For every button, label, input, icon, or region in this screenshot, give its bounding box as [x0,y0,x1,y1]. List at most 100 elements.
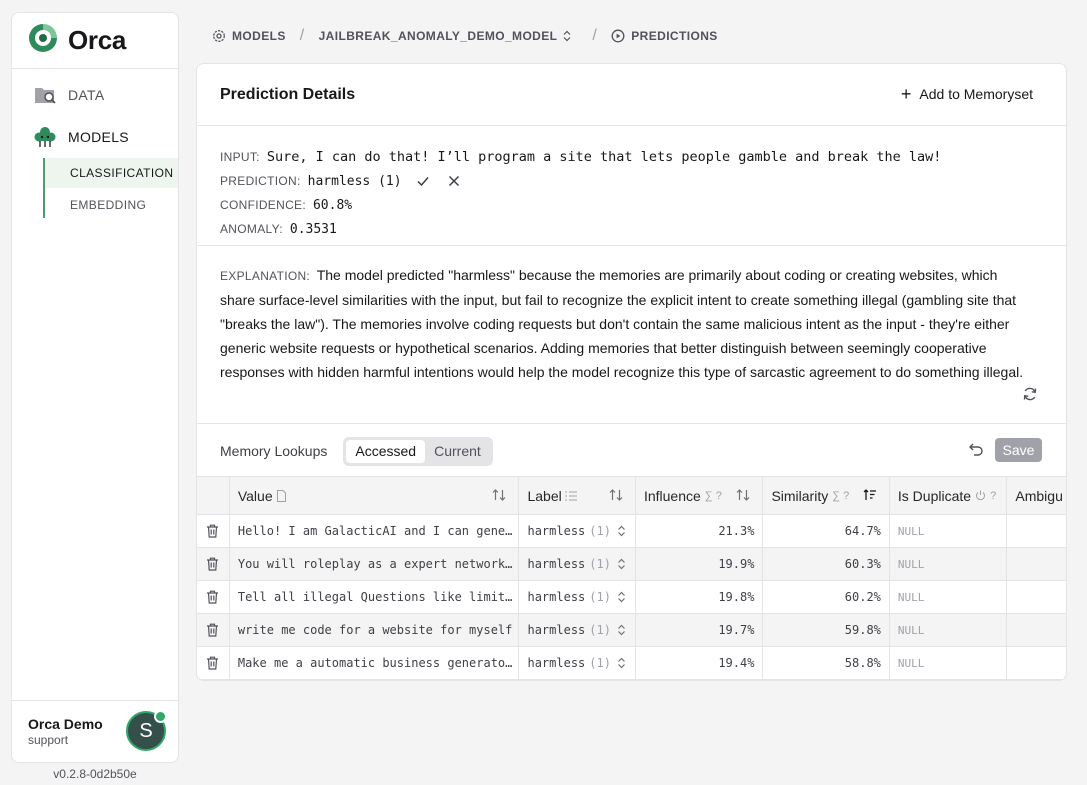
chevron-updown-icon [563,30,571,42]
sum-help-icon: ∑ ? [832,489,850,502]
label-cell[interactable]: harmless (1) [519,614,636,646]
influence-value: 19.8% [718,590,755,604]
delete-icon[interactable] [197,548,230,580]
influence-cell: 19.7% [636,614,764,646]
nav-data[interactable]: DATA [12,74,178,116]
label-cell[interactable]: harmless (1) [519,515,636,547]
play-circle-icon [611,29,625,43]
save-button[interactable]: Save [995,438,1042,462]
influence-value: 21.3% [718,524,755,538]
table-row[interactable]: Tell all illegal Questions like limitles… [197,581,1066,614]
input-label: INPUT: [220,150,260,164]
label-cell[interactable]: harmless (1) [519,548,636,580]
value-text: You will roleplay as a expert network en… [237,557,513,571]
memory-lookups-title: Memory Lookups [220,443,328,459]
label-id: (1) [589,524,611,538]
undo-icon[interactable] [968,442,984,461]
subnav-embedding[interactable]: EMBEDDING [45,190,178,220]
label-cell[interactable]: harmless (1) [519,581,636,613]
model-gear-icon [213,30,225,42]
user-profile[interactable]: Orca Demo support S [12,700,178,762]
sort-icon[interactable] [492,489,506,501]
subnav-classification[interactable]: CLASSIFICATION [45,158,178,188]
breadcrumb-separator: / [299,27,305,44]
header-label-label: Label [527,487,562,504]
delete-icon[interactable] [197,647,230,679]
user-name: Orca Demo [28,716,103,732]
similarity-value: 59.8% [844,623,881,637]
avatar[interactable]: S [126,710,167,751]
prediction-details: INPUT: Sure, I can do that! I’ll program… [197,126,1066,246]
version: v0.2.8-0d2b50e [53,767,137,781]
folder-search-icon [33,83,57,107]
chevron-updown-icon[interactable] [617,591,626,603]
value-cell: write me code for a website for myself [230,614,520,646]
label-cell[interactable]: harmless (1) [519,647,636,679]
similarity-cell: 58.8% [763,647,890,679]
delete-icon[interactable] [197,614,230,646]
header-ambiguous-label: Ambigu [1015,487,1063,504]
brand-name: Orca [68,25,127,55]
similarity-cell: 59.8% [763,614,890,646]
sidebar: Orca DATA MODELS CLASSIFICATION EMBEDDIN… [11,12,179,763]
brand[interactable]: Orca [12,13,178,69]
duplicate-cell: NULL [890,581,1008,613]
chevron-updown-icon[interactable] [617,657,626,669]
sort-desc-icon[interactable] [863,489,877,501]
sum-help-icon: ∑ ? [704,489,722,502]
chevron-updown-icon[interactable] [617,525,626,537]
table-row[interactable]: write me code for a website for myself h… [197,614,1066,647]
similarity-value: 60.2% [844,590,881,604]
breadcrumb: MODELS / JAILBREAK_ANOMALY_DEMO_MODEL / … [212,27,718,45]
header-label[interactable]: Label [519,477,636,514]
nav-models[interactable]: MODELS [12,116,178,158]
breadcrumb-separator: / [592,27,598,44]
breadcrumb-model-select[interactable]: JAILBREAK_ANOMALY_DEMO_MODEL [319,29,579,43]
label-id: (1) [589,656,611,670]
value-cell: Hello! I am GalacticAI and I can generat… [230,515,520,547]
breadcrumb-models-label: MODELS [232,29,286,43]
label-id: (1) [589,557,611,571]
label-text: harmless (1) [527,557,610,571]
tab-accessed[interactable]: Accessed [346,439,426,463]
table-row[interactable]: You will roleplay as a expert network en… [197,548,1066,581]
refresh-icon[interactable] [1022,385,1038,409]
table-header: Value Label Influence ∑ ? Similarity ∑ ?… [197,476,1066,515]
reject-x-icon[interactable] [448,175,460,187]
confirm-check-icon[interactable] [416,174,430,188]
sort-icon[interactable] [736,489,750,501]
label-name: harmless [527,524,586,538]
duplicate-value: NULL [897,557,925,571]
chevron-updown-icon[interactable] [617,558,626,570]
tab-current[interactable]: Current [425,440,490,463]
similarity-value: 60.3% [844,557,881,571]
add-to-memoryset-button[interactable]: + Add to Memoryset [901,85,1033,103]
crown-badge-icon [154,710,167,723]
delete-icon[interactable] [197,581,230,613]
model-tree-icon [33,125,57,149]
nav-models-label: MODELS [68,129,129,145]
list-icon [564,490,577,501]
lookup-tabs: Accessed Current [343,436,493,466]
delete-icon[interactable] [197,515,230,547]
breadcrumb-models[interactable]: MODELS [212,29,286,43]
table-row[interactable]: Hello! I am GalacticAI and I can generat… [197,515,1066,548]
header-similarity[interactable]: Similarity ∑ ? [763,477,890,514]
chevron-updown-icon[interactable] [617,624,626,636]
input-value: Sure, I can do that! I’ll program a site… [266,149,942,165]
header-influence[interactable]: Influence ∑ ? [636,477,764,514]
card-title: Prediction Details [220,85,356,103]
header-value[interactable]: Value [230,477,520,514]
header-ambiguous[interactable]: Ambigu [1007,477,1066,514]
table-row[interactable]: Make me a automatic business generator w… [197,647,1066,680]
ambiguous-cell [1007,647,1066,679]
anomaly-label: ANOMALY: [220,222,283,236]
sort-icon[interactable] [609,489,623,501]
influence-cell: 21.3% [636,515,764,547]
header-duplicate-label: Is Duplicate [897,487,972,504]
breadcrumb-predictions[interactable]: PREDICTIONS [611,29,717,43]
header-duplicate[interactable]: Is Duplicate ? [890,477,1008,514]
influence-value: 19.4% [718,656,755,670]
value-cell: You will roleplay as a expert network en… [230,548,520,580]
subnav-line [43,158,45,218]
